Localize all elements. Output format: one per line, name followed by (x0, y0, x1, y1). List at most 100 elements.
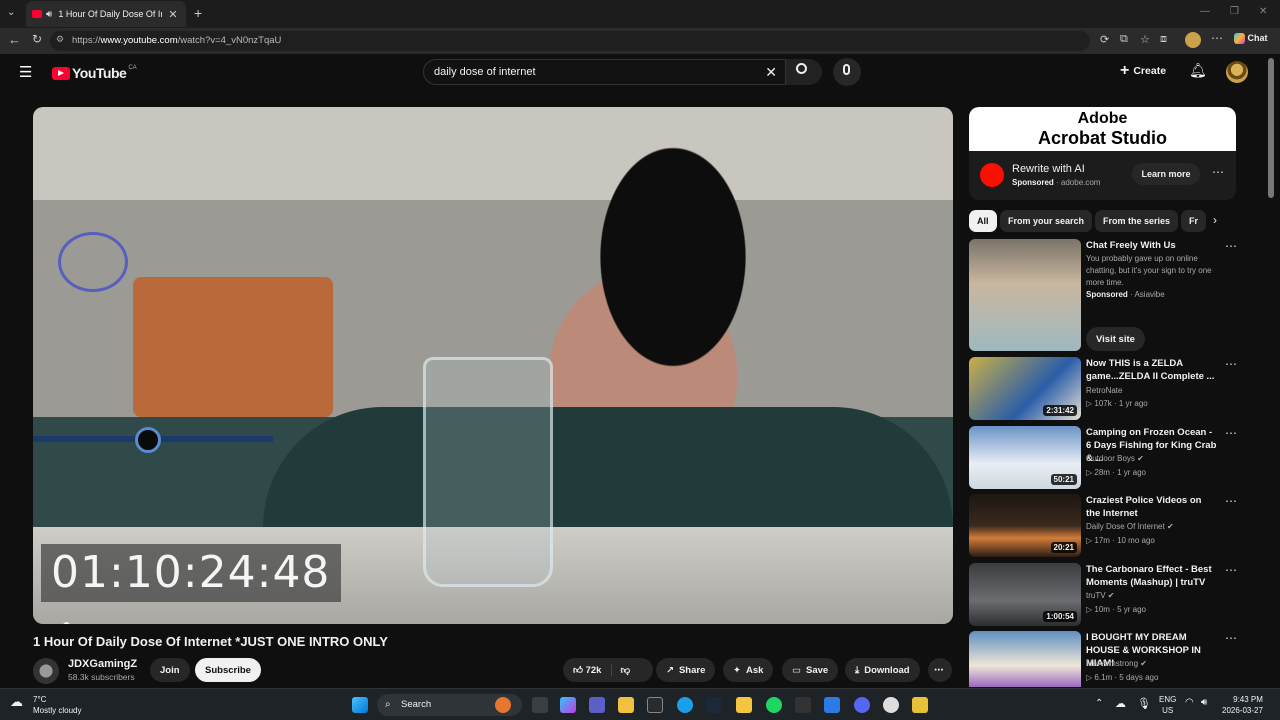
menu-icon[interactable]: ☰ (19, 63, 32, 81)
video-list-item[interactable]: 2:31:42 Now THIS is a ZELDA game...ZELDA… (969, 357, 1249, 420)
collections-icon[interactable]: ⧈ (1160, 33, 1167, 46)
favorites-icon[interactable]: ☆ (1140, 33, 1150, 46)
channel-name[interactable]: truTV ✔︎ (1086, 591, 1115, 600)
account-avatar[interactable] (1226, 61, 1248, 83)
channel-name[interactable]: Daily Dose Of Internet ✔︎ (1086, 522, 1174, 531)
notifications-bell-icon[interactable]: 🔔︎ (1189, 62, 1207, 79)
search-button[interactable] (786, 59, 822, 85)
channel-name[interactable]: JDXGamingZ (68, 658, 137, 670)
clear-search-icon[interactable]: ✕ (765, 60, 777, 84)
create-button[interactable]: + Create (1120, 62, 1166, 80)
steam-icon[interactable] (706, 697, 722, 713)
sponsored-ad[interactable]: Adobe Acrobat Studio Rewrite with AI Spo… (969, 107, 1236, 200)
share-button[interactable]: ↗ Share (656, 658, 716, 682)
copilot-chat-button[interactable]: Chat (1234, 33, 1268, 45)
video-thumbnail[interactable] (969, 239, 1081, 351)
restore-icon[interactable]: ❐ (1230, 6, 1239, 17)
speaker-icon[interactable]: 🔊︎ (46, 9, 52, 20)
app-icon[interactable] (883, 697, 899, 713)
page-scrollbar[interactable] (1268, 58, 1274, 198)
video-list-item[interactable]: 1:00:54 The Carbonaro Effect - Best Mome… (969, 563, 1249, 626)
microphone-icon[interactable]: 🎙︎ (1137, 697, 1151, 710)
split-screen-icon[interactable]: ⧉ (1120, 33, 1128, 46)
chip-from-your-search[interactable]: From your search (1000, 210, 1093, 232)
channel-name[interactable]: Mat Armstrong ✔︎ (1086, 659, 1147, 668)
channel-avatar[interactable] (33, 658, 59, 684)
video-thumbnail[interactable] (969, 631, 1081, 687)
address-bar[interactable]: https://www.youtube.com/watch?v=4_vN0nzT… (50, 31, 1090, 51)
search-input[interactable]: daily dose of internet ✕ (423, 59, 786, 85)
spotify-icon[interactable] (766, 697, 782, 713)
app-icon[interactable] (824, 697, 840, 713)
close-window-icon[interactable]: ✕ (1259, 6, 1267, 17)
video-title[interactable]: Now THIS is a ZELDA game...ZELDA II Comp… (1086, 357, 1218, 383)
video-title[interactable]: The Carbonaro Effect - Best Moments (Mas… (1086, 563, 1218, 589)
dislike-button[interactable]: 👎︎ (611, 664, 630, 676)
file-explorer-icon[interactable] (618, 697, 634, 713)
edge-icon[interactable] (677, 697, 693, 713)
volume-icon[interactable]: 🔊︎ (1201, 697, 1207, 708)
ad-banner[interactable]: Adobe Acrobat Studio (969, 107, 1236, 151)
app-icon[interactable] (912, 697, 928, 713)
chip-all[interactable]: All (969, 210, 997, 232)
more-options-icon[interactable]: ⋯ (1225, 239, 1237, 253)
channel-name[interactable]: Outdoor Boys ✔︎ (1086, 454, 1144, 463)
chip-truncated[interactable]: Fr (1181, 210, 1206, 232)
browser-tab[interactable]: 🔊︎ 1 Hour Of Daily Dose Of Inter ✕ (26, 1, 186, 27)
more-options-icon[interactable]: ⋯ (1225, 494, 1237, 508)
reload-icon[interactable]: ↻ (32, 32, 42, 46)
learn-more-button[interactable]: Learn more (1132, 163, 1200, 185)
more-options-icon[interactable]: ⋯ (1225, 357, 1237, 371)
chevron-right-icon[interactable]: › (1213, 213, 1217, 227)
minimize-icon[interactable]: — (1200, 6, 1210, 17)
onedrive-icon[interactable]: ☁ (1115, 697, 1126, 710)
profile-icon[interactable] (1185, 32, 1201, 48)
more-actions-button[interactable]: ⋯ (928, 658, 952, 682)
more-options-icon[interactable]: ⋯ (1225, 631, 1237, 645)
windows-start-icon[interactable] (352, 697, 368, 713)
system-clock[interactable]: 9:43 PM 2026-03-27 (1222, 694, 1263, 716)
new-tab-icon[interactable]: + (194, 5, 202, 21)
task-view-icon[interactable] (532, 697, 548, 713)
video-title[interactable]: Chat Freely With Us (1086, 239, 1218, 252)
close-tab-icon[interactable]: ✕ (168, 8, 177, 21)
video-list-item[interactable]: 50:21 Camping on Frozen Ocean - 6 Days F… (969, 426, 1249, 489)
voice-search-button[interactable] (833, 58, 861, 86)
video-thumbnail[interactable]: 20:21 (969, 494, 1081, 557)
subscribe-button[interactable]: Subscribe (195, 658, 261, 682)
video-list-item[interactable]: 20:21 Craziest Police Videos on the Inte… (969, 494, 1249, 557)
progress-scrubber[interactable] (135, 427, 161, 453)
video-thumbnail[interactable]: 50:21 (969, 426, 1081, 489)
ad-more-icon[interactable]: ⋯ (1212, 165, 1224, 179)
store-icon[interactable] (647, 697, 663, 713)
site-info-icon[interactable]: ⚙ (56, 34, 64, 45)
sponsored-recommendation[interactable]: Chat Freely With Us You probably gave up… (969, 239, 1249, 351)
video-player[interactable]: 01:10:24:48 (33, 107, 953, 624)
like-button[interactable]: 👍︎ 72k (573, 664, 601, 676)
visit-site-button[interactable]: Visit site (1086, 327, 1145, 351)
chip-from-the-series[interactable]: From the series (1095, 210, 1179, 232)
tab-list-icon[interactable]: ⌄ (7, 7, 15, 18)
wifi-icon[interactable]: ◠ (1185, 697, 1194, 708)
more-options-icon[interactable]: ⋯ (1225, 563, 1237, 577)
download-button[interactable]: ⤓ Download (845, 658, 920, 682)
app-icon[interactable] (736, 697, 752, 713)
chevron-up-icon[interactable]: ⌃ (1095, 698, 1103, 709)
language-indicator[interactable]: ENG US (1159, 694, 1176, 716)
app-icon[interactable] (795, 697, 811, 713)
ask-button[interactable]: ✦ Ask (723, 658, 774, 682)
back-icon[interactable]: ← (8, 32, 21, 47)
video-list-item[interactable]: I BOUGHT MY DREAM HOUSE & WORKSHOP IN MI… (969, 631, 1249, 687)
youtube-logo[interactable]: YouTube CA (52, 65, 137, 81)
weather-widget[interactable]: ☁ 7°C Mostly cloudy (10, 694, 81, 716)
more-icon[interactable]: ⋯ (1211, 31, 1223, 45)
teams-icon[interactable] (589, 697, 605, 713)
more-options-icon[interactable]: ⋯ (1225, 426, 1237, 440)
video-thumbnail[interactable]: 1:00:54 (969, 563, 1081, 626)
join-button[interactable]: Join (150, 658, 190, 682)
copilot-icon[interactable] (560, 697, 576, 713)
search-highlight-icon[interactable] (495, 697, 511, 713)
video-thumbnail[interactable]: 2:31:42 (969, 357, 1081, 420)
channel-name[interactable]: RetroNate (1086, 386, 1122, 395)
save-button[interactable]: ▭ Save (782, 658, 839, 682)
